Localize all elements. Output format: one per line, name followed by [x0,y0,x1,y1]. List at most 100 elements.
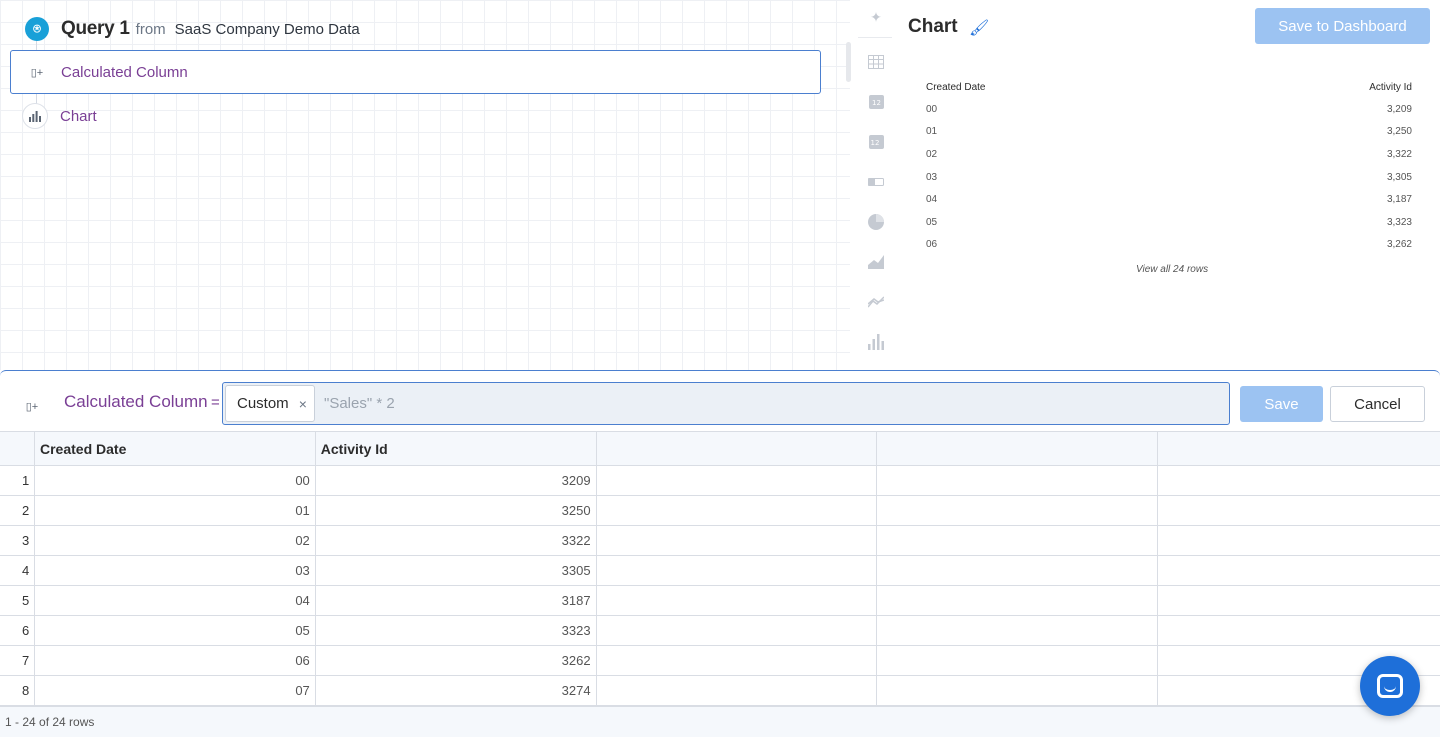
preview-col-header: Activity Id [1369,82,1412,93]
table-cell [597,556,878,585]
preview-cell: 3,322 [1386,148,1412,160]
row-number: 6 [0,616,35,645]
table-cell [877,586,1159,615]
table-row: 1 00 3209 [0,466,1440,496]
preview-row: 06 3,262 [926,234,1412,257]
table-cell: 07 [35,676,316,705]
from-label: from [135,20,166,38]
cancel-button[interactable]: Cancel [1330,386,1425,422]
bar-chart-icon [22,103,48,129]
data-source-name[interactable]: SaaS Company Demo Data [175,21,360,38]
query-title[interactable]: Query 1 [61,18,130,40]
row-number: 5 [0,586,35,615]
grid-footer: 1 - 24 of 24 rows [0,706,1440,737]
step-chart[interactable]: Chart [22,102,97,130]
custom-chip[interactable]: Custom × [225,385,315,422]
column-header[interactable]: Activity Id [316,432,597,465]
chip-label: Custom [237,395,289,412]
table-row: 7 06 3262 [0,646,1440,676]
chart-panel-title: Chart [908,16,958,37]
table-cell: 3187 [316,586,597,615]
table-cell: 3305 [316,556,597,585]
table-cell [1158,466,1440,495]
table-row: 8 07 3274 [0,676,1440,706]
preview-row: 00 3,209 [926,98,1412,121]
preview-row: 05 3,323 [926,211,1412,234]
preview-cell: 06 [926,239,938,251]
table-cell [597,646,878,675]
calc-column-icon: ▯+ [24,59,50,85]
table-cell: 3274 [316,676,597,705]
line-icon[interactable] [867,293,885,311]
column-header [1158,432,1440,465]
formula-placeholder: "Sales" * 2 [324,395,395,412]
preview-col-header: Created Date [926,82,986,93]
column-header [597,432,878,465]
close-icon[interactable]: × [299,396,307,412]
table-cell [1158,556,1440,585]
calc-column-icon: ▯+ [25,400,39,413]
preview-cell: 3,209 [1386,103,1412,115]
row-number: 7 [0,646,35,675]
row-number: 8 [0,676,35,705]
panel-resize-handle[interactable] [846,42,851,82]
save-button[interactable]: Save [1240,386,1323,422]
number-icon[interactable]: 12 [867,93,885,111]
preview-cell: 3,250 [1386,126,1412,138]
row-number: 2 [0,496,35,525]
save-to-dashboard-button[interactable]: Save to Dashboard [1255,8,1430,44]
bar-icon[interactable] [867,333,885,351]
preview-cell: 3,305 [1386,171,1412,183]
table-cell [597,466,878,495]
table-row: 6 05 3323 [0,616,1440,646]
table-cell [597,676,878,705]
table-cell [877,676,1159,705]
grid-body: 1 00 3209 2 01 3250 3 02 3322 4 03 3305 … [0,466,1440,706]
step-calculated-column[interactable]: ▯+ Calculated Column [10,50,821,94]
table-icon[interactable] [867,53,885,71]
row-number: 1 [0,466,35,495]
pipeline-canvas: ⍟ Query 1 from SaaS Company Demo Data ▯+… [0,0,851,370]
area-icon[interactable] [867,253,885,271]
formula-input[interactable]: Custom × "Sales" * 2 [222,382,1230,425]
table-row: 5 04 3187 [0,586,1440,616]
paintbrush-icon[interactable]: 🖌 [969,18,989,38]
viz-type-toolbar: ✦ 12 12 [858,0,894,370]
table-cell [597,586,878,615]
query-logo-icon: ⍟ [25,17,49,41]
preview-row: 03 3,305 [926,166,1412,189]
svg-text:12: 12 [872,99,881,107]
chart-preview-table: Created Date Activity Id 00 3,209 01 3,250… [926,82,1412,256]
row-number-header [0,432,35,465]
table-cell: 00 [35,466,316,495]
magic-wand-icon[interactable]: ✦ [867,8,885,26]
preview-row: 04 3,187 [926,188,1412,211]
equals-sign: = [211,394,220,411]
table-row: 4 03 3305 [0,556,1440,586]
editor-title: Calculated Column [64,392,208,411]
table-cell [877,496,1159,525]
table-cell [877,526,1159,555]
row-number: 3 [0,526,35,555]
table-cell: 01 [35,496,316,525]
table-cell: 3322 [316,526,597,555]
pie-icon[interactable] [867,213,885,231]
chat-support-button[interactable] [1360,656,1420,716]
column-header[interactable]: Created Date [35,432,316,465]
table-cell: 05 [35,616,316,645]
number-change-icon[interactable]: 12 [867,133,885,151]
step-label: Calculated Column [61,63,188,81]
chat-icon [1377,674,1403,698]
table-cell [877,616,1159,645]
preview-cell: 00 [926,103,938,115]
toolbar-divider [858,37,892,38]
grid-header-row: Created Date Activity Id [0,431,1440,466]
progress-icon[interactable] [867,173,885,191]
preview-header: Created Date Activity Id [926,82,1412,98]
table-cell: 04 [35,586,316,615]
row-count: 1 - 24 of 24 rows [5,715,95,729]
preview-row: 02 3,322 [926,143,1412,166]
data-grid: Created Date Activity Id 1 00 3209 2 01 … [0,431,1440,706]
view-all-rows-link[interactable]: View all 24 rows [1136,264,1208,275]
editor-toolbar: ▯+ Calculated Column = Custom × "Sales" … [0,371,1440,431]
